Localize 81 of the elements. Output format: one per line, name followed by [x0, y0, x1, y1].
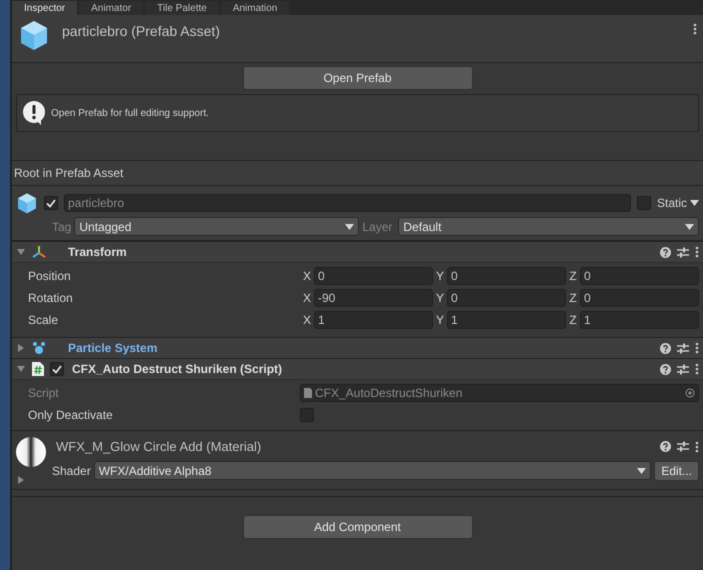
number-field[interactable]: 0 [580, 289, 699, 307]
number-field[interactable]: 0 [314, 267, 433, 285]
info-text: Open Prefab for full editing support. [51, 106, 209, 120]
number-field[interactable]: -90 [314, 289, 433, 307]
tag-dropdown[interactable]: Untagged [74, 217, 360, 236]
edit-button[interactable]: Edit... [654, 460, 699, 480]
property-label: Position [28, 268, 72, 285]
add-component-button[interactable]: Add Component [242, 515, 472, 539]
more-options-icon[interactable] [693, 22, 697, 35]
number-field[interactable]: 1 [447, 311, 566, 329]
material-title: WFX_M_Glow Circle Add (Material) [56, 438, 262, 456]
more-options-icon[interactable] [695, 246, 699, 258]
help-icon[interactable] [660, 364, 671, 374]
layer-label: Layer [362, 218, 392, 236]
property-label: Rotation [28, 290, 74, 307]
help-icon[interactable] [660, 246, 671, 258]
property-label: Only Deactivate [28, 407, 114, 424]
axis-label: X [302, 312, 312, 329]
help-icon[interactable] [660, 342, 671, 354]
axis-label: Y [434, 268, 445, 285]
collapsed-arrow-icon[interactable] [16, 343, 26, 353]
number-field[interactable]: 0 [447, 289, 566, 307]
axis-label: Y [434, 312, 445, 329]
layer-dropdown[interactable]: Default [398, 217, 699, 236]
axis-label: Z [568, 312, 578, 329]
dropdown-arrow-icon [637, 468, 646, 474]
axis-label: Z [568, 268, 578, 285]
tab[interactable]: Animator [79, 1, 144, 15]
static-label: Static [656, 195, 687, 212]
cube-icon [16, 192, 38, 214]
axis-label: X [302, 268, 312, 285]
more-options-icon[interactable] [695, 440, 699, 453]
check-icon [52, 364, 62, 374]
checkbox[interactable] [300, 408, 314, 422]
cube-icon [18, 19, 50, 51]
number-field[interactable]: 1 [314, 311, 433, 329]
check-icon [46, 198, 56, 208]
property-label: Script [28, 385, 60, 402]
more-options-icon[interactable] [695, 342, 699, 354]
particles-icon [32, 341, 46, 355]
checkbox[interactable] [44, 196, 58, 210]
more-options-icon[interactable] [695, 363, 699, 375]
script-field: CFX_AutoDestructShuriken [300, 384, 699, 402]
expanded-arrow-icon[interactable] [16, 364, 26, 374]
collapsed-arrow-icon[interactable] [16, 475, 26, 485]
axis-label: Z [568, 290, 578, 307]
presets-icon[interactable] [677, 364, 689, 374]
asset-title: particlebro (Prefab Asset) [62, 22, 220, 41]
script-file-icon [304, 388, 312, 398]
tab[interactable]: Animation [220, 1, 290, 15]
object-picker-icon[interactable] [685, 388, 695, 398]
section-label: Root in Prefab Asset [14, 165, 124, 182]
component-title[interactable]: Transform [68, 243, 127, 261]
presets-icon[interactable] [677, 441, 689, 452]
name-field[interactable]: particlebro [64, 194, 631, 212]
open-prefab-button[interactable]: Open Prefab [242, 66, 472, 90]
axis-label: X [302, 290, 312, 307]
script-icon [32, 362, 44, 376]
axes-icon [32, 245, 46, 259]
warning-icon [21, 100, 47, 126]
checkbox[interactable] [50, 362, 64, 376]
presets-icon[interactable] [677, 342, 689, 354]
expanded-arrow-icon[interactable] [16, 247, 26, 257]
tab[interactable]: Inspector [12, 1, 78, 15]
material-preview-icon [16, 437, 46, 467]
presets-icon[interactable] [677, 246, 689, 258]
dropdown-arrow-icon [685, 224, 694, 230]
checkbox[interactable] [636, 196, 651, 210]
axis-label: Y [434, 290, 445, 307]
help-icon[interactable] [660, 441, 671, 452]
component-title[interactable]: Particle System [68, 339, 158, 357]
dropdown-arrow-icon [690, 200, 699, 206]
shader-label: Shader [52, 462, 91, 480]
tag-label: Tag [52, 218, 72, 236]
number-field[interactable]: 0 [580, 267, 699, 285]
dropdown-arrow-icon [345, 224, 354, 230]
property-label: Scale [28, 312, 60, 329]
number-field[interactable]: 1 [580, 311, 699, 329]
tab[interactable]: Tile Palette [145, 1, 219, 15]
number-field[interactable]: 0 [447, 267, 566, 285]
shader-dropdown[interactable]: WFX/Additive Alpha8 [94, 461, 652, 480]
